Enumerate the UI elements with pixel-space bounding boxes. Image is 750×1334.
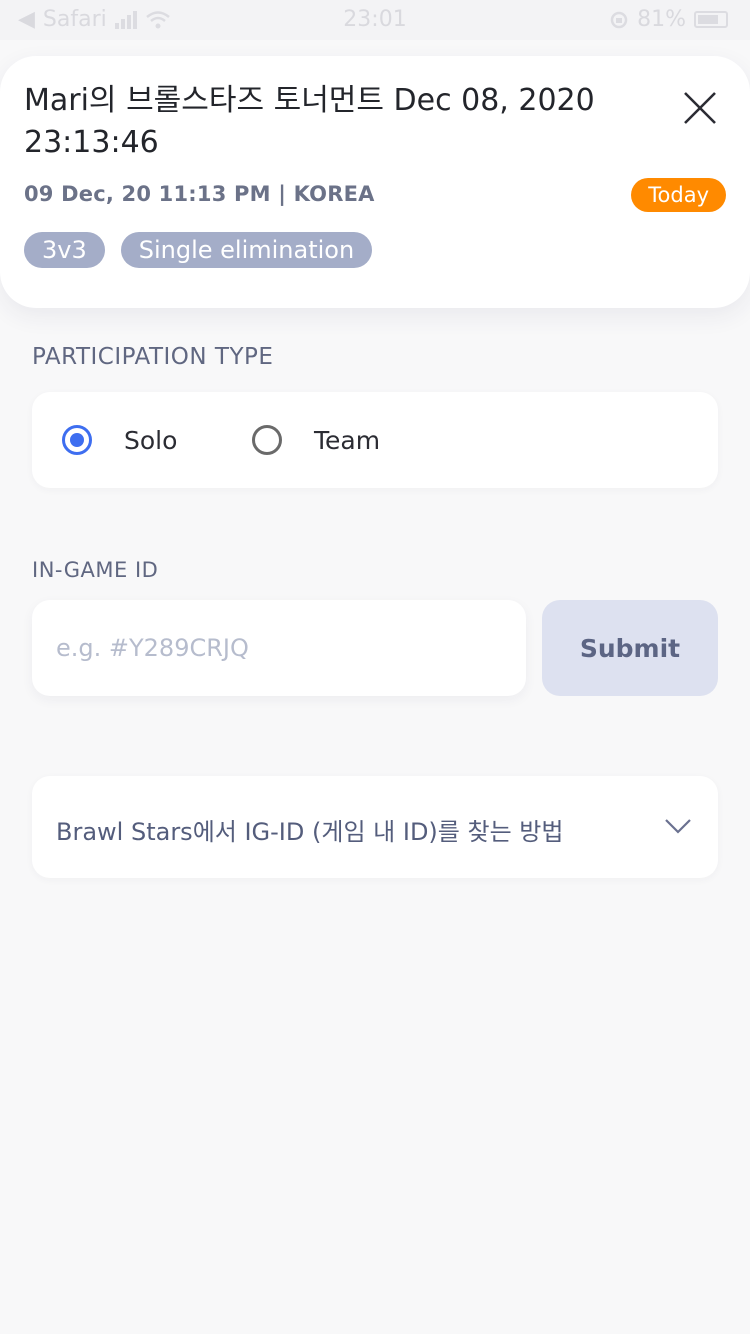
radio-unselected-icon[interactable] [252,425,282,455]
status-right: 81% [609,7,728,32]
tournament-meta: 09 Dec, 20 11:13 PM | KOREA [24,182,375,206]
howto-label: Brawl Stars에서 IG-ID (게임 내 ID)를 찾는 방법 [56,818,564,846]
in-game-id-label: IN-GAME ID [32,558,159,582]
close-icon[interactable] [680,88,720,128]
tag-format: Single elimination [120,232,373,268]
radio-option-solo[interactable]: Solo [62,392,177,488]
radio-selected-icon[interactable] [62,425,92,455]
today-badge: Today [631,178,726,212]
battery-percent: 81% [637,7,686,32]
tournament-card: Mari의 브롤스타즈 토너먼트 Dec 08, 2020 23:13:46 0… [0,56,750,308]
tournament-title: Mari의 브롤스타즈 토너먼트 Dec 08, 2020 23:13:46 [24,83,595,160]
participation-type-label: PARTICIPATION TYPE [32,344,274,370]
radio-option-team[interactable]: Team [252,392,380,488]
status-bar: ◀ Safari 23:01 81% [0,0,750,40]
tag-list: 3v3 Single elimination [24,232,373,268]
in-game-id-input[interactable] [32,600,526,696]
howto-accordion[interactable]: Brawl Stars에서 IG-ID (게임 내 ID)를 찾는 방법 [32,776,718,878]
radio-label-solo: Solo [124,425,178,455]
radio-label-team: Team [314,425,381,455]
chevron-down-icon [665,819,691,834]
participation-radio-group: Solo Team [32,392,718,488]
orientation-lock-icon [610,11,628,28]
submit-button[interactable]: Submit [542,600,718,696]
tag-mode: 3v3 [24,232,105,268]
battery-icon [694,11,728,28]
